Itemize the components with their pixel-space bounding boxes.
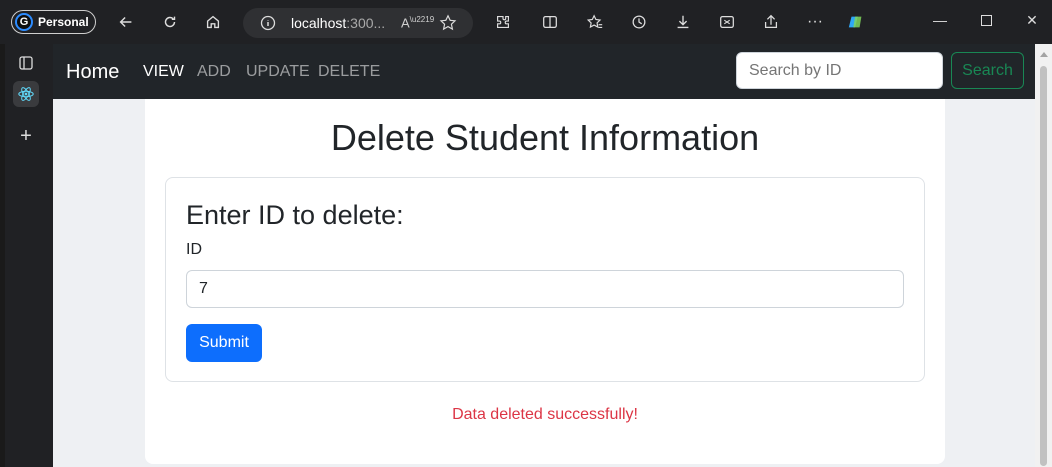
nav-link-update[interactable]: UPDATE xyxy=(246,63,310,81)
page-viewport: Home VIEW ADD UPDATE DELETE Search Delet… xyxy=(53,44,1035,467)
scroll-up-arrow-icon[interactable] xyxy=(1040,52,1048,57)
minimize-icon[interactable]: — xyxy=(932,12,948,28)
delete-form-card: Enter ID to delete: ID Submit xyxy=(165,177,925,382)
copilot-icon[interactable] xyxy=(846,12,866,32)
profile-button[interactable]: G Personal xyxy=(11,10,96,34)
maximize-icon[interactable] xyxy=(978,12,994,28)
nav-link-delete[interactable]: DELETE xyxy=(318,63,380,81)
more-options-icon[interactable]: ··· xyxy=(805,12,825,32)
url-port: :300... xyxy=(346,15,386,31)
url-host: localhost xyxy=(291,15,347,31)
home-icon[interactable] xyxy=(203,12,223,32)
submit-button[interactable]: Submit xyxy=(186,324,262,362)
site-info-icon[interactable] xyxy=(260,15,276,36)
status-message: Data deleted successfully! xyxy=(452,406,638,423)
nav-link-view[interactable]: VIEW xyxy=(143,63,184,81)
page-scrollbar[interactable] xyxy=(1035,44,1052,467)
history-icon[interactable] xyxy=(629,12,649,32)
new-tab-icon[interactable]: + xyxy=(13,123,39,149)
refresh-icon[interactable] xyxy=(160,12,180,32)
screenshot-icon[interactable] xyxy=(717,12,737,32)
share-icon[interactable] xyxy=(761,12,781,32)
downloads-icon[interactable] xyxy=(673,12,693,32)
tab-actions-icon[interactable] xyxy=(13,50,39,76)
url-text: localhost:300... xyxy=(291,15,385,31)
split-screen-icon[interactable] xyxy=(540,12,560,32)
close-window-icon[interactable]: ✕ xyxy=(1024,12,1040,28)
profile-avatar-icon: G xyxy=(15,13,33,31)
navbar-brand-link[interactable]: Home xyxy=(66,61,119,84)
extensions-icon[interactable] xyxy=(493,12,513,32)
favorite-star-icon[interactable] xyxy=(439,14,457,37)
search-button[interactable]: Search xyxy=(951,52,1024,89)
scroll-thumb[interactable] xyxy=(1040,66,1047,466)
page-title: Delete Student Information xyxy=(330,117,760,158)
form-heading: Enter ID to delete: xyxy=(186,200,404,230)
search-by-id-input[interactable] xyxy=(736,52,943,89)
id-label: ID xyxy=(186,241,202,258)
browser-sidebar: + xyxy=(0,44,53,467)
read-aloud-icon[interactable]: A\u2219 xyxy=(401,15,434,30)
content-card: Delete Student Information Enter ID to d… xyxy=(145,99,945,464)
nav-link-add[interactable]: ADD xyxy=(197,63,231,81)
address-bar[interactable]: localhost:300... A\u2219 xyxy=(243,8,473,38)
browser-toolbar: G Personal localhost:300... A\u2219 ··· … xyxy=(0,0,1052,44)
id-input[interactable] xyxy=(186,270,904,308)
sidebar-edge xyxy=(0,44,5,467)
back-icon[interactable] xyxy=(116,12,136,32)
profile-label: Personal xyxy=(38,15,89,29)
app-navbar: Home VIEW ADD UPDATE DELETE Search xyxy=(53,44,1035,99)
favorites-icon[interactable] xyxy=(585,12,605,32)
sidebar-tab-react-icon[interactable] xyxy=(13,81,39,107)
